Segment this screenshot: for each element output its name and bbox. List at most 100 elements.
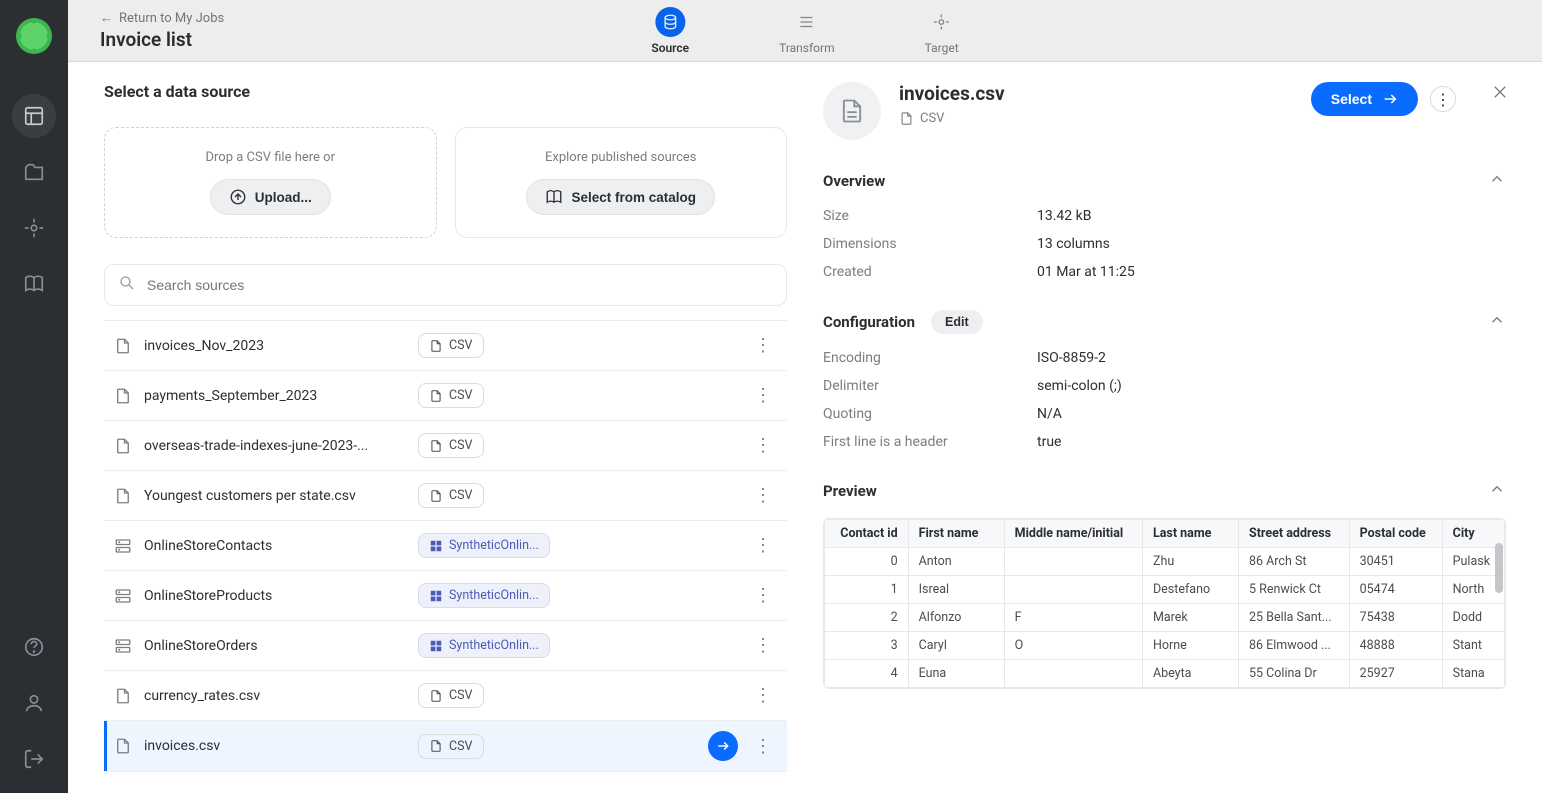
nav-logout[interactable] — [12, 737, 56, 781]
search-wrap — [104, 264, 787, 306]
table-icon — [114, 587, 132, 605]
step-target[interactable]: Target — [925, 7, 959, 55]
drop-zone[interactable]: Drop a CSV file here or Upload... — [104, 127, 437, 238]
step-source[interactable]: Source — [651, 7, 689, 55]
preview-row: 1IsrealDestefano5 Renwick Ct05474North — [825, 576, 1505, 604]
preview-col-header: Street address — [1239, 520, 1350, 548]
table-icon — [114, 537, 132, 555]
row-more-button[interactable]: ⋮ — [750, 381, 775, 410]
preview-title: Preview — [823, 482, 877, 500]
row-more-button[interactable]: ⋮ — [750, 581, 775, 610]
step-transform[interactable]: Transform — [779, 7, 835, 55]
file-icon — [114, 687, 132, 705]
preview-toggle[interactable] — [1488, 480, 1506, 502]
preview-cell: 48888 — [1349, 632, 1442, 660]
nav-catalog[interactable] — [12, 262, 56, 306]
arrow-left-icon: ← — [100, 10, 113, 26]
source-name: OnlineStoreProducts — [144, 588, 406, 604]
source-name: OnlineStoreOrders — [144, 638, 406, 654]
file-icon — [114, 387, 132, 405]
nav-folder[interactable] — [12, 150, 56, 194]
catalog-button[interactable]: Select from catalog — [526, 179, 715, 215]
file-icon — [114, 737, 132, 755]
preview-cell: 1 — [825, 576, 909, 604]
source-row[interactable]: overseas-trade-indexes-june-2023-...CSV⋮ — [104, 421, 787, 471]
select-button[interactable]: Select — [1311, 82, 1418, 116]
source-row[interactable]: Youngest customers per state.csvCSV⋮ — [104, 471, 787, 521]
back-link[interactable]: ← Return to My Jobs — [100, 10, 224, 26]
preview-cell: 4 — [825, 660, 909, 688]
search-icon — [118, 274, 136, 296]
book-icon — [545, 188, 563, 206]
row-more-button[interactable]: ⋮ — [750, 681, 775, 710]
preview-cell: Alfonzo — [908, 604, 1004, 632]
arrow-right-icon — [1382, 91, 1398, 107]
back-link-label: Return to My Jobs — [119, 11, 224, 26]
config-toggle[interactable] — [1488, 311, 1506, 333]
source-row[interactable]: invoices_Nov_2023CSV⋮ — [104, 321, 787, 371]
nav-profile[interactable] — [12, 681, 56, 725]
row-more-button[interactable]: ⋮ — [750, 431, 775, 460]
source-row[interactable]: OnlineStoreProductsSyntheticOnlin...⋮ — [104, 571, 787, 621]
config-header: true — [1037, 434, 1061, 450]
source-row[interactable]: currency_rates.csvCSV⋮ — [104, 671, 787, 721]
config-delimiter: semi-colon (;) — [1037, 378, 1122, 394]
preview-table-wrap: Contact idFirst nameMiddle name/initialL… — [823, 518, 1506, 689]
table-icon — [114, 637, 132, 655]
upload-icon — [229, 188, 247, 206]
source-badge: SyntheticOnlin... — [418, 633, 550, 658]
source-row[interactable]: invoices.csvCSV⋮ — [104, 721, 787, 772]
nav-target[interactable] — [12, 206, 56, 250]
page-title: Invoice list — [100, 28, 224, 51]
source-row[interactable]: customerID.csvCSV⋮ — [104, 772, 787, 773]
preview-row: 3CarylOHorne86 Elmwood ...48888Stant — [825, 632, 1505, 660]
source-row[interactable]: OnlineStoreContactsSyntheticOnlin...⋮ — [104, 521, 787, 571]
config-title: Configuration — [823, 313, 915, 331]
row-more-button[interactable]: ⋮ — [750, 631, 775, 660]
upload-button[interactable]: Upload... — [210, 179, 331, 215]
row-more-button[interactable]: ⋮ — [750, 531, 775, 560]
preview-cell: 2 — [825, 604, 909, 632]
config-quoting: N/A — [1037, 406, 1062, 422]
preview-cell: 86 Arch St — [1239, 548, 1350, 576]
preview-cell: Destefano — [1142, 576, 1238, 604]
detail-more-button[interactable]: ⋮ — [1430, 86, 1456, 112]
preview-cell — [1004, 660, 1142, 688]
preview-cell: Abeyta — [1142, 660, 1238, 688]
file-icon — [114, 437, 132, 455]
preview-col-header: First name — [908, 520, 1004, 548]
close-button[interactable] — [1486, 78, 1514, 106]
detail-filetype: CSV — [920, 111, 944, 126]
nav-jobs[interactable] — [12, 94, 56, 138]
row-more-button[interactable]: ⋮ — [750, 481, 775, 510]
file-avatar — [823, 82, 881, 140]
catalog-label: Explore published sources — [545, 150, 697, 165]
source-badge: CSV — [418, 383, 484, 408]
preview-row: 4EunaAbeyta55 Colina Dr25927Stana — [825, 660, 1505, 688]
preview-cell: 75438 — [1349, 604, 1442, 632]
preview-cell: 86 Elmwood ... — [1239, 632, 1350, 660]
app-logo — [16, 18, 52, 54]
source-name: invoices_Nov_2023 — [144, 338, 406, 354]
config-edit-button[interactable]: Edit — [931, 310, 983, 334]
file-icon — [114, 487, 132, 505]
search-input[interactable] — [104, 264, 787, 306]
nav-help[interactable] — [12, 625, 56, 669]
source-list[interactable]: invoices_Nov_2023CSV⋮payments_September_… — [104, 320, 787, 773]
preview-scrollbar[interactable] — [1495, 543, 1503, 593]
source-row[interactable]: payments_September_2023 CSV ⋮ — [104, 371, 787, 421]
overview-title: Overview — [823, 172, 885, 190]
row-more-button[interactable]: ⋮ — [750, 732, 775, 761]
preview-cell: 25 Bella Sant... — [1239, 604, 1350, 632]
row-more-button[interactable]: ⋮ — [750, 331, 775, 360]
preview-cell: Zhu — [1142, 548, 1238, 576]
source-name: payments_September_2023 — [144, 388, 406, 404]
preview-cell: Stant — [1442, 632, 1504, 660]
preview-cell: 25927 — [1349, 660, 1442, 688]
preview-cell: Dodd — [1442, 604, 1504, 632]
overview-toggle[interactable] — [1488, 170, 1506, 192]
preview-cell: Horne — [1142, 632, 1238, 660]
file-icon — [114, 337, 132, 355]
source-badge: CSV — [418, 433, 484, 458]
source-row[interactable]: OnlineStoreOrders SyntheticOnlin... ⋮ — [104, 621, 787, 671]
